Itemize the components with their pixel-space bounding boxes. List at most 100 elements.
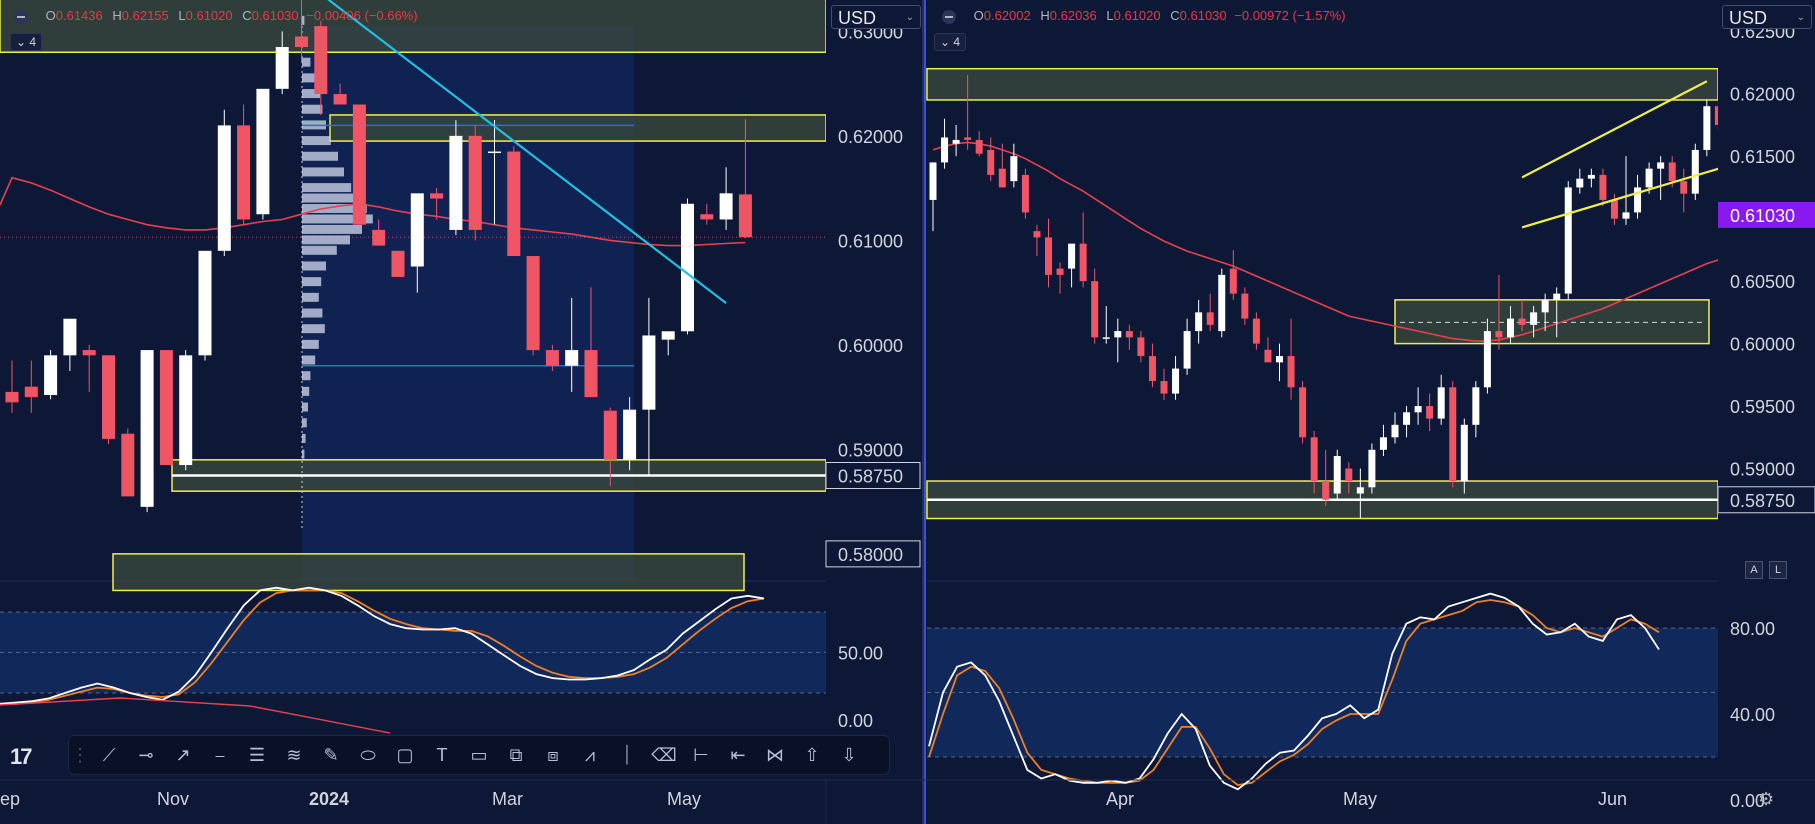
eye-toggle-icon[interactable] [942,9,956,24]
chevron-down-icon: ⌄ [1796,12,1805,23]
right-candle [1680,168,1688,213]
brush-icon[interactable]: ✎ [316,741,346,769]
fib-icon[interactable]: ⋈ [760,741,790,769]
toolbar-drag-handle[interactable]: ⋮ [71,741,89,769]
right-candle-body [1160,381,1168,394]
left-candle [449,120,463,236]
right-indicator-toggle[interactable]: ⌄ 4 [934,33,967,51]
left-stoch-tick: 0.00 [838,711,873,731]
left-boxed-price-text: 0.58000 [838,545,903,565]
left-candle-body [179,355,193,466]
right-candle-body [1125,331,1133,338]
right-candle-body [1587,174,1595,179]
right-candle [1449,381,1457,488]
right-candle-body [1657,162,1665,169]
volume-profile-bar [302,57,311,67]
right-candle-body [1010,156,1018,182]
tradingview-logo[interactable]: 17 [10,744,33,770]
measure-icon[interactable]: ⊢ [686,741,716,769]
right-candle-body [1449,387,1457,482]
right-candle [1056,262,1064,294]
horizontal-line-icon[interactable]: ⎯ [205,741,235,769]
right-candle [1622,156,1630,225]
left-candle-body [295,36,308,48]
pitchfork-icon[interactable]: ≋ [279,741,309,769]
right-stoch-tick: 80.00 [1730,619,1775,639]
left-candle [179,350,193,471]
right-candle [1068,243,1076,288]
right-candle-body [1114,331,1122,338]
right-candle-body [1148,356,1156,382]
right-candle [1264,337,1272,363]
left-currency-select[interactable]: USD ⌄ [831,5,921,29]
right-candle [1379,424,1387,457]
eraser-icon[interactable]: ⌫ [649,741,679,769]
long-position-icon[interactable]: ⧉ [501,741,531,769]
vertical-line-icon[interactable]: ⏐ [612,741,642,769]
arrow-down-icon[interactable]: ⇩ [834,741,864,769]
left-candle [237,104,251,225]
left-candle-body [430,193,444,199]
right-candle-body [1299,387,1307,438]
eye-toggle-icon[interactable] [14,9,28,24]
trend-line-icon[interactable]: ⟋ [94,741,124,769]
left-candle-body [372,229,386,246]
volume-profile-bar [302,104,323,114]
left-candle-body [102,355,115,439]
left-candle [526,256,540,356]
arrow-up-icon[interactable]: ⇧ [797,741,827,769]
right-candle-body [1576,178,1584,188]
date-label-jun: Jun [1598,789,1628,809]
right-candle [1183,318,1191,375]
ray-icon[interactable]: ↗ [168,741,198,769]
right-candle-body [1518,318,1526,325]
right-candle-body [1045,237,1052,275]
left-candle-body [468,135,482,230]
right-candle [929,162,937,232]
left-ohlc-legend: O0.61436 H0.62155 L0.61020 C0.61030 −0.0… [14,8,418,24]
ellipse-icon[interactable]: ⬭ [353,741,383,769]
right-candle-body [1553,293,1561,300]
horizontal-ray-icon[interactable]: ⊸ [131,741,161,769]
right-candle-body [1414,406,1422,413]
right-candle-body [1599,174,1607,200]
right-candle [1241,287,1249,325]
right-candle [1576,168,1584,194]
pattern-icon[interactable]: ⩘ [575,741,605,769]
text-icon[interactable]: T [427,741,457,769]
left-candle-body [237,125,251,220]
right-candle [1437,374,1445,425]
left-candle [468,125,482,241]
rectangle-icon[interactable]: ▢ [390,741,420,769]
left-candle-body [488,151,501,154]
right-candle-body [1356,487,1364,494]
left-candle [391,250,405,277]
right-currency-label: USD [1729,8,1768,28]
settings-gear-icon[interactable]: ⚙ [1758,789,1774,810]
right-candle [1703,99,1711,157]
right-candle [1287,318,1295,400]
right-price-tick: 0.59000 [1730,460,1795,480]
arrow-marker-icon[interactable]: ⇤ [723,741,753,769]
left-candle [507,146,521,257]
charts-canvas[interactable]: 0.630000.620000.610000.600000.590000.587… [0,0,1815,824]
left-candle-body [352,104,366,225]
right-candle [1472,381,1480,438]
auto-scale-button[interactable]: A [1745,561,1763,579]
left-candle-body [44,355,58,396]
right-candle-body [1252,318,1260,344]
left-indicator-toggle[interactable]: ⌄ 4 [10,33,43,51]
log-scale-button[interactable]: L [1769,561,1787,579]
parallel-channel-icon[interactable]: ☰ [242,741,272,769]
callout-icon[interactable]: ▭ [464,741,494,769]
volume-profile-bar [302,235,350,245]
volume-profile-bar [302,183,352,193]
right-candle-body [1079,243,1087,282]
right-candle [1010,143,1018,188]
right-stoch-tick: 40.00 [1730,705,1775,725]
right-currency-select[interactable]: USD ⌄ [1722,5,1812,29]
short-position-icon[interactable]: ⧈ [538,741,568,769]
right-candle-body [964,137,972,140]
right-candle-body [1541,299,1549,313]
date-label-apr: Apr [1106,789,1135,809]
